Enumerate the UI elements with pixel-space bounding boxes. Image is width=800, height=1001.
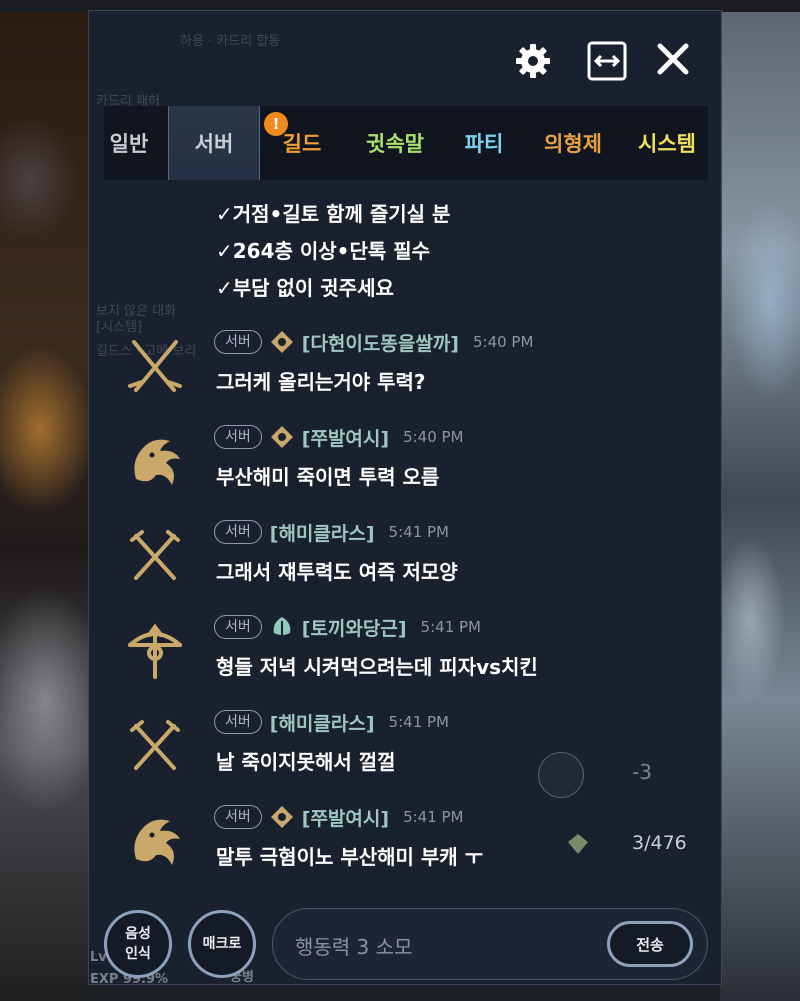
overlay-minus-value: -3 xyxy=(632,760,652,784)
message-time: 5:41 PM xyxy=(388,523,449,541)
diamond-emblem-icon xyxy=(270,426,293,448)
background-left-scene xyxy=(0,0,90,1001)
channel-pill: 서버 xyxy=(214,710,262,734)
message-meta: 서버 [쭈발여시] 5:40 PM xyxy=(214,423,464,451)
channel-tabs: 일반 서버 길드 귓속말 파티 의형제 시스템 xyxy=(104,106,708,180)
dragon-icon xyxy=(134,819,180,865)
sender-name[interactable]: [다현이도똥을쌀까] xyxy=(302,329,459,356)
message-continued-line: ✓거점•길토 함께 즐기실 분 xyxy=(216,202,451,226)
message-text: 말투 극혐이노 부산해미 부캐 ㅜ xyxy=(216,845,484,869)
channel-pill: 서버 xyxy=(214,520,262,544)
tab-label: 의형제 xyxy=(544,132,602,156)
background-right-scene xyxy=(720,0,800,1001)
tab-general[interactable]: 일반 xyxy=(104,106,164,180)
channel-pill: 서버 xyxy=(214,330,262,354)
tab-brotherhood[interactable]: 의형제 xyxy=(528,106,618,180)
skill-slot-icon xyxy=(538,752,584,798)
leaf-emblem-icon xyxy=(273,617,291,635)
sender-name[interactable]: [해미클라스] xyxy=(270,709,375,736)
chat-message: 서버 [쭈발여시] 5:41 PM 말투 극혐이노 부산해미 부캐 ㅜ xyxy=(104,803,708,892)
message-text: 형들 저녁 시켜먹으려는데 피자vs치킨 xyxy=(216,655,538,679)
sender-name[interactable]: [쭈발여시] xyxy=(302,804,389,831)
close-icon[interactable] xyxy=(652,38,694,80)
message-time: 5:41 PM xyxy=(403,808,464,826)
message-meta: 서버 [해미클라스] 5:41 PM xyxy=(214,708,449,736)
tab-label: 귓속말 xyxy=(366,132,424,156)
chat-message: 서버 [쭈발여시] 5:40 PM 부산해미 죽이면 투력 오름 xyxy=(104,423,708,515)
message-continued-line: ✓264층 이상•단톡 필수 xyxy=(216,239,431,263)
message-time: 5:40 PM xyxy=(403,428,464,446)
crossed-swords-icon xyxy=(130,530,180,580)
gear-icon[interactable] xyxy=(512,40,554,82)
voice-button-label: 음성 인식 xyxy=(125,924,151,964)
message-text: 날 죽이지못해서 껄껄 xyxy=(216,750,396,774)
message-time: 5:41 PM xyxy=(388,713,449,731)
macro-button-label: 매크로 xyxy=(202,936,242,952)
message-time: 5:40 PM xyxy=(472,333,534,351)
channel-pill: 서버 xyxy=(214,805,262,829)
tab-label: 시스템 xyxy=(638,132,696,156)
tab-label: 일반 xyxy=(109,132,149,156)
message-time: 5:41 PM xyxy=(420,618,481,636)
voice-recognition-button[interactable]: 음성 인식 xyxy=(104,910,172,978)
dragon-icon xyxy=(134,439,180,485)
message-meta: 서버 [다현이도똥을쌀까] 5:40 PM xyxy=(214,328,533,356)
sender-name[interactable]: [해미클라스] xyxy=(270,519,375,546)
chat-message: 서버 [토끼와당근] 5:41 PM 형들 저녁 시켜먹으려는데 피자vs치킨 xyxy=(104,613,708,705)
overlay-count: 3/476 xyxy=(632,832,687,854)
message-meta: 서버 [토끼와당근] 5:41 PM xyxy=(214,613,481,641)
guild-notification-badge: ! xyxy=(264,112,288,136)
tab-server[interactable]: 서버 xyxy=(168,106,260,180)
send-button-label: 전송 xyxy=(636,935,664,954)
ghost-title: 하용 · 카드리 합동 xyxy=(180,34,281,49)
sender-name[interactable]: [토끼와당근] xyxy=(302,614,407,641)
crossed-sabers-icon xyxy=(128,340,182,392)
sender-name[interactable]: [쭈발여시] xyxy=(302,424,389,451)
diamond-emblem-icon xyxy=(270,806,293,828)
chat-message: 서버 [해미클라스] 5:41 PM 그래서 쟤투력도 여즉 저모양 xyxy=(104,518,708,610)
voice-label-line2: 인식 xyxy=(125,946,151,962)
message-text: 부산해미 죽이면 투력 오름 xyxy=(216,465,440,489)
voice-label-line1: 음성 xyxy=(125,926,151,942)
background-bottom-strip xyxy=(80,985,720,1001)
message-meta: 서버 [해미클라스] 5:41 PM xyxy=(214,518,449,546)
tab-party[interactable]: 파티 xyxy=(450,106,518,180)
bow-icon xyxy=(128,623,182,679)
gem-icon xyxy=(568,834,588,854)
tab-label: 길드 xyxy=(282,132,322,156)
tab-whisper[interactable]: 귓속말 xyxy=(350,106,440,180)
tab-system[interactable]: 시스템 xyxy=(622,106,708,180)
chat-message-list[interactable]: ✓거점•길토 함께 즐기실 분 ✓264층 이상•단톡 필수 ✓부담 없이 귓주… xyxy=(104,180,708,892)
message-text: 그러케 올리는거야 투력? xyxy=(216,370,426,394)
send-button[interactable]: 전송 xyxy=(607,921,693,967)
chat-message: 서버 [다현이도똥을쌀까] 5:40 PM 그러케 올리는거야 투력? xyxy=(104,328,708,420)
channel-pill: 서버 xyxy=(214,425,262,449)
horizontal-resize-icon[interactable] xyxy=(586,40,628,82)
diamond-emblem-icon xyxy=(270,331,293,353)
crossed-swords-icon xyxy=(130,720,180,770)
chat-input[interactable]: 행동력 3 소모 전송 xyxy=(272,908,708,980)
tab-label: 서버 xyxy=(194,132,234,156)
channel-pill: 서버 xyxy=(214,615,262,639)
tab-label: 파티 xyxy=(464,132,504,156)
message-text: 그래서 쟤투력도 여즉 저모양 xyxy=(216,560,458,584)
chat-input-placeholder: 행동력 3 소모 xyxy=(295,935,413,959)
chat-message: 서버 [해미클라스] 5:41 PM 날 죽이지못해서 껄껄 xyxy=(104,708,708,800)
message-continued-line: ✓부담 없이 귓주세요 xyxy=(216,276,394,300)
message-meta: 서버 [쭈발여시] 5:41 PM xyxy=(214,803,464,831)
macro-button[interactable]: 매크로 xyxy=(188,910,256,978)
